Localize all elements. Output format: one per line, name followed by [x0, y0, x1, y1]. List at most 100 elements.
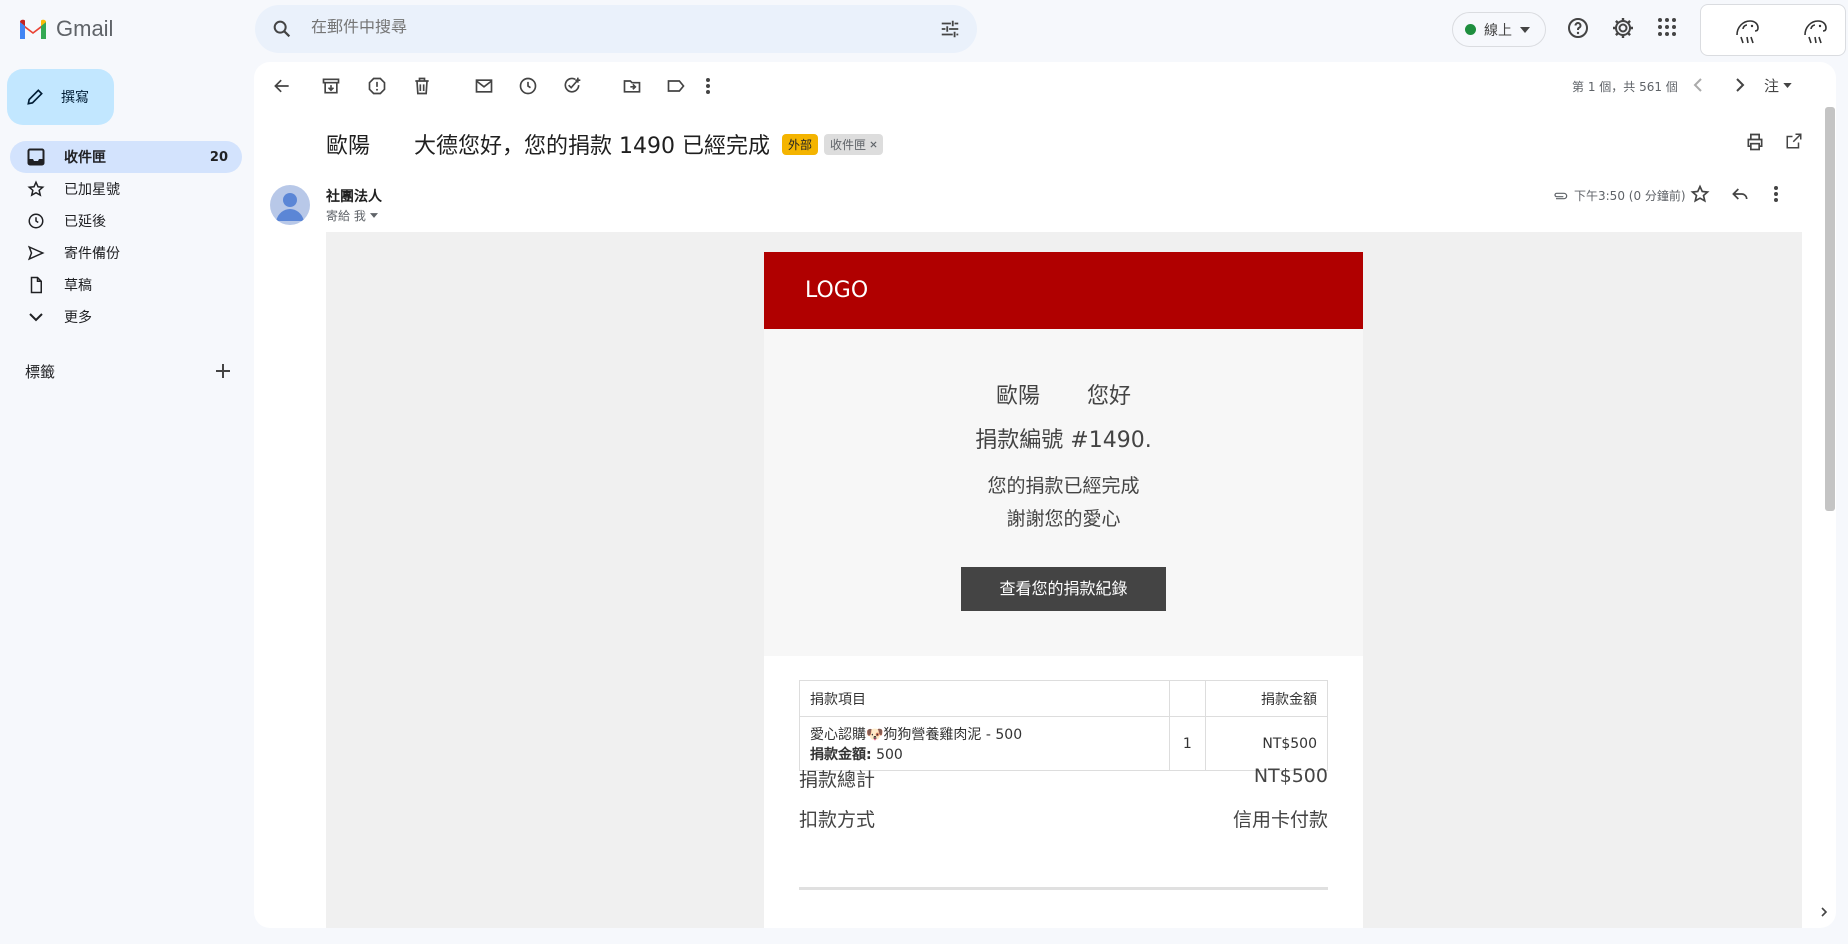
open-new-window-icon[interactable] [1785, 132, 1803, 150]
payment-label: 扣款方式 [799, 809, 876, 831]
more-vert-icon[interactable] [1773, 184, 1779, 204]
pencil-icon [27, 89, 43, 105]
account-avatar-icon [1799, 15, 1831, 47]
sidebar-item-label: 已延後 [64, 214, 106, 230]
table-row: 愛心認購🐶狗狗營養雞肉泥 - 500 捐款金額: 500 1 NT$500 [799, 716, 1329, 771]
delete-trash-icon[interactable] [412, 76, 432, 96]
search-icon[interactable] [271, 18, 293, 40]
status-selector[interactable]: 線上 [1452, 12, 1546, 47]
search-input[interactable] [311, 19, 871, 37]
scroll-down-chevron-icon[interactable] [1818, 906, 1830, 918]
message-time: 下午3:50 (0 分鐘前) [1552, 187, 1686, 204]
greeting-text: 歐陽 您好 [996, 384, 1131, 409]
email-header-banner: LOGO [764, 252, 1363, 329]
search-options-icon[interactable] [939, 18, 961, 40]
label-tag-icon[interactable] [666, 76, 686, 96]
newer-chevron-left-icon[interactable] [1690, 76, 1708, 94]
caret-down-icon [1520, 26, 1530, 33]
sidebar-item-more[interactable]: 更多 [10, 301, 242, 333]
inbox-count-badge: 20 [209, 149, 228, 165]
sidebar-item-snoozed[interactable]: 已延後 [10, 205, 242, 237]
view-donation-record-button[interactable]: 查看您的捐款紀錄 [961, 567, 1166, 611]
attachment-paperclip-icon [1554, 192, 1568, 199]
donation-sub-value: 500 [876, 746, 903, 763]
sidebar-item-sent[interactable]: 寄件備份 [10, 237, 242, 269]
input-tools-label: 注 [1764, 77, 1780, 95]
donation-item-name: 愛心認購🐶狗狗營養雞肉泥 - 500 [810, 726, 1023, 743]
add-task-icon[interactable] [562, 76, 582, 96]
snooze-clock-icon[interactable] [518, 76, 538, 96]
archive-icon[interactable] [321, 76, 341, 96]
mark-unread-mail-icon[interactable] [474, 76, 494, 96]
help-icon[interactable] [1566, 16, 1590, 40]
add-label-plus-icon[interactable] [214, 362, 232, 380]
organization-logo-icon [1731, 15, 1763, 47]
table-header-row: 捐款項目 捐款金額 [799, 680, 1329, 717]
caret-down-icon [1783, 83, 1792, 88]
payment-value: 信用卡付款 [1232, 809, 1328, 831]
donation-complete-text: 您的捐款已經完成 [987, 475, 1140, 497]
donation-amount-cell: NT$500 [1204, 716, 1329, 771]
search-bar [255, 5, 977, 53]
inbox-icon [26, 147, 46, 167]
recipient-text: 寄給 我 [326, 209, 366, 223]
sidebar-item-label: 已加星號 [64, 182, 120, 198]
online-dot-icon [1465, 24, 1476, 35]
message-subject: 歐陽 大德您好，您的捐款 1490 已經完成 [326, 134, 770, 159]
sidebar-nav: 收件匣 20 已加星號 已延後 寄件備份 草稿 更多 [10, 141, 242, 333]
move-to-folder-icon[interactable] [622, 76, 642, 96]
remove-label-x-icon[interactable] [870, 140, 877, 148]
thanks-text: 謝謝您的愛心 [1006, 508, 1121, 530]
pagination-text: 第 1 個，共 561 個 [1572, 80, 1678, 94]
donation-sub-label: 捐款金額: [810, 746, 872, 763]
sidebar-item-label: 草稿 [64, 278, 92, 294]
report-spam-icon[interactable] [367, 76, 387, 96]
labels-heading: 標籤 [25, 363, 56, 381]
sidebar-item-starred[interactable]: 已加星號 [10, 173, 242, 205]
older-chevron-right-icon[interactable] [1730, 76, 1748, 94]
external-badge: 外部 [781, 133, 818, 155]
settings-gear-icon[interactable] [1611, 16, 1635, 40]
input-tools-selector[interactable]: 注 [1764, 75, 1792, 96]
total-label: 捐款總計 [799, 769, 876, 791]
account-switcher[interactable] [1700, 4, 1846, 56]
gmail-logo[interactable]: Gmail [18, 16, 113, 42]
send-icon [26, 243, 46, 263]
app-name: Gmail [56, 16, 114, 41]
status-label: 線上 [1484, 22, 1512, 39]
more-vert-icon[interactable] [705, 76, 711, 96]
apps-grid-icon[interactable] [1656, 16, 1678, 38]
email-logo-text: LOGO [805, 278, 869, 303]
donation-number: 捐款編號 #1490. [975, 428, 1152, 453]
sender-name[interactable]: 社團法人 [326, 186, 382, 206]
back-arrow-icon[interactable] [272, 76, 292, 96]
caret-down-icon [369, 213, 378, 218]
sidebar-item-label: 收件匣 [64, 150, 106, 166]
donation-item-sub: 捐款金額: 500 [810, 744, 1159, 764]
star-icon[interactable] [1690, 184, 1710, 204]
recipient-details[interactable]: 寄給 我 [326, 207, 378, 224]
vertical-scrollbar[interactable] [1825, 107, 1835, 511]
donation-qty-cell: 1 [1168, 716, 1206, 771]
donation-table: 捐款項目 捐款金額 愛心認購🐶狗狗營養雞肉泥 - 500 捐款金額: 500 1… [799, 680, 1329, 771]
message-timestamp: 下午3:50 (0 分鐘前) [1574, 189, 1686, 203]
total-value: NT$500 [1253, 765, 1328, 787]
gmail-m-icon [20, 19, 46, 39]
print-icon[interactable] [1745, 132, 1765, 152]
col-qty-header [1168, 680, 1206, 717]
email-body-background: LOGO 歐陽 您好 捐款編號 #1490. 您的捐款已經完成 謝謝您的愛心 查… [326, 232, 1802, 928]
reply-arrow-icon[interactable] [1730, 184, 1750, 204]
compose-button[interactable]: 撰寫 [7, 69, 114, 125]
star-icon [26, 179, 46, 199]
sidebar-item-inbox[interactable]: 收件匣 20 [10, 141, 242, 173]
total-row: 捐款總計 NT$500 [799, 765, 1328, 792]
draft-icon [26, 275, 46, 295]
email-card: LOGO 歐陽 您好 捐款編號 #1490. 您的捐款已經完成 謝謝您的愛心 查… [764, 252, 1363, 928]
donation-item-cell: 愛心認購🐶狗狗營養雞肉泥 - 500 捐款金額: 500 [799, 716, 1170, 771]
inbox-label-chip: 收件匣 [824, 133, 884, 155]
divider [799, 887, 1328, 890]
inbox-label-text: 收件匣 [830, 137, 867, 152]
sidebar-item-drafts[interactable]: 草稿 [10, 269, 242, 301]
sender-avatar[interactable] [270, 185, 310, 225]
col-amount-header: 捐款金額 [1204, 680, 1329, 717]
